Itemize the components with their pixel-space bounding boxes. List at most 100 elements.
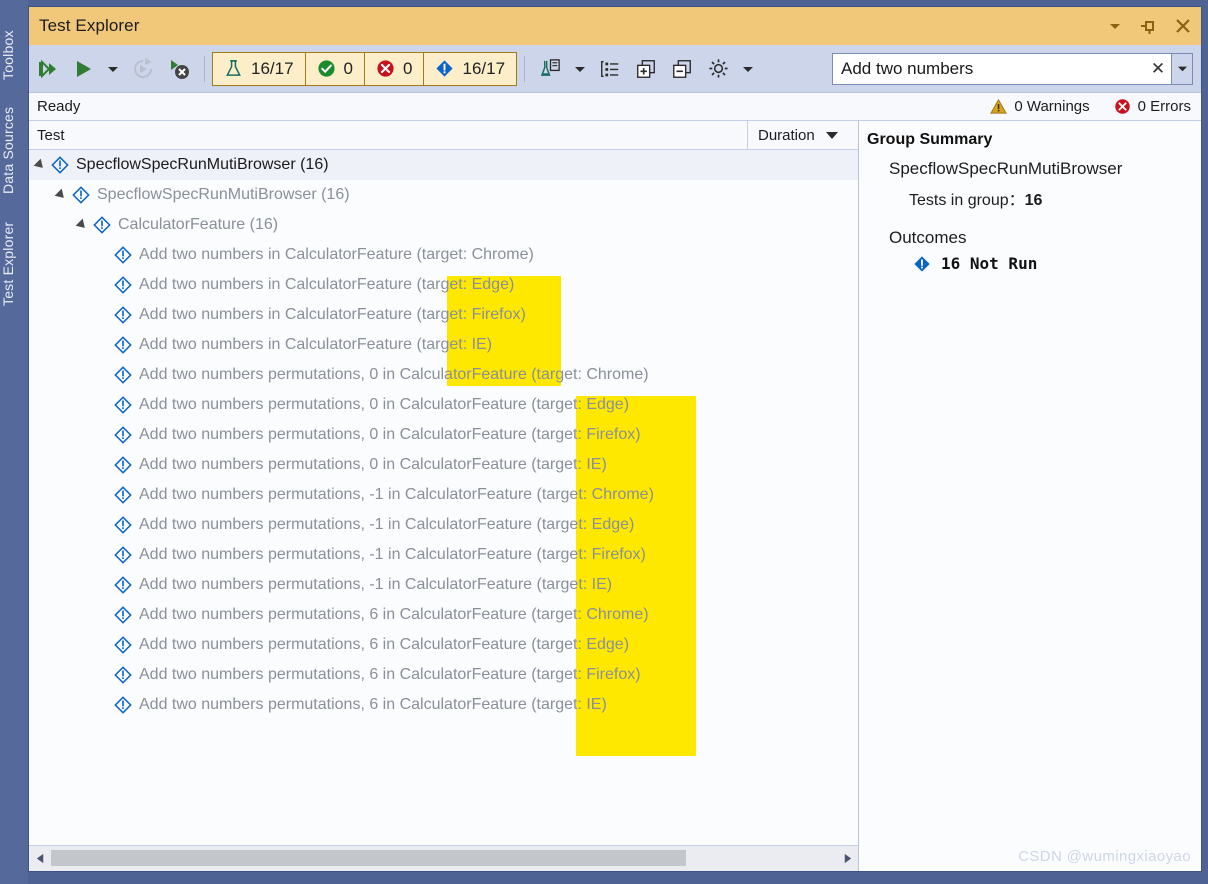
test-tree-row-label: Add two numbers permutations, 6 in Calcu…	[139, 606, 649, 623]
test-tree-group-row[interactable]: SpecflowSpecRunMutiBrowser (16)	[29, 180, 858, 210]
errors-text: 0 Errors	[1137, 98, 1191, 115]
run-button[interactable]	[68, 54, 98, 84]
count-passed[interactable]: 0	[306, 52, 366, 85]
test-tree-group-row[interactable]: SpecflowSpecRunMutiBrowser (16)	[29, 150, 858, 180]
search-dropdown-button[interactable]	[1172, 52, 1193, 85]
not-run-icon	[114, 666, 132, 684]
test-tree-test-row[interactable]: Add two numbers permutations, 0 in Calcu…	[29, 390, 858, 420]
error-circle-icon	[377, 60, 394, 77]
test-count-group: 16/17 0 0 16/17	[212, 51, 518, 86]
search-clear-icon[interactable]: ✕	[1145, 54, 1171, 84]
search-box[interactable]: ✕	[832, 52, 1172, 85]
close-icon[interactable]	[1173, 16, 1193, 36]
test-tree-test-row[interactable]: Add two numbers permutations, -1 in Calc…	[29, 540, 858, 570]
test-tree-test-row[interactable]: Add two numbers permutations, -1 in Calc…	[29, 570, 858, 600]
not-run-icon	[114, 696, 132, 714]
test-tree-test-row[interactable]: Add two numbers permutations, 0 in Calcu…	[29, 360, 858, 390]
scroll-left-arrow-icon[interactable]	[29, 846, 51, 871]
expand-collapse-triangle-icon[interactable]	[56, 189, 68, 201]
toolbar: 16/17 0 0 16/17 Add two numbers ✕	[29, 45, 1201, 93]
repeat-last-run-button	[128, 54, 158, 84]
tests-in-group-value: 16	[1024, 192, 1043, 209]
count-total[interactable]: 16/17	[213, 52, 306, 85]
dock-tab-data-sources[interactable]: Data Sources	[0, 84, 28, 194]
not-run-icon	[114, 396, 132, 414]
test-tree-test-row[interactable]: Add two numbers in CalculatorFeature (ta…	[29, 330, 858, 360]
settings-dropdown-button[interactable]	[739, 54, 757, 84]
not-run-icon	[114, 486, 132, 504]
test-tree-row-label: Add two numbers permutations, -1 in Calc…	[139, 486, 654, 503]
column-header-duration-label: Duration	[758, 126, 815, 144]
dock-tab-toolbox[interactable]: Toolbox	[0, 8, 28, 80]
not-run-icon	[93, 216, 111, 234]
not-run-icon	[114, 486, 132, 504]
test-tree-row-label: SpecflowSpecRunMutiBrowser (16)	[76, 156, 329, 173]
count-passed-value: 0	[343, 58, 354, 78]
not-run-icon	[72, 186, 90, 204]
test-tree-row-label: Add two numbers permutations, 6 in Calcu…	[139, 696, 607, 713]
group-by-dropdown-button[interactable]	[571, 54, 589, 84]
count-not-run[interactable]: 16/17	[424, 53, 516, 85]
count-failed[interactable]: 0	[365, 52, 425, 85]
test-tree-test-row[interactable]: Add two numbers permutations, 6 in Calcu…	[29, 690, 858, 720]
test-tree-test-row[interactable]: Add two numbers permutations, 6 in Calcu…	[29, 630, 858, 660]
toolbar-separator-2	[524, 55, 526, 82]
column-header-duration[interactable]: Duration	[748, 121, 858, 149]
left-dock-strip: Toolbox Data Sources Test Explorer	[0, 0, 28, 884]
not-run-icon	[114, 696, 132, 714]
test-tree-row-label: Add two numbers in CalculatorFeature (ta…	[139, 336, 493, 353]
not-run-icon	[114, 516, 132, 534]
warnings-indicator[interactable]: 0 Warnings	[990, 98, 1090, 115]
run-all-tests-button[interactable]	[32, 54, 62, 84]
test-tree-test-row[interactable]: Add two numbers in CalculatorFeature (ta…	[29, 270, 858, 300]
chevron-down-icon[interactable]	[1105, 16, 1125, 36]
not-run-icon	[114, 456, 132, 474]
test-tree-test-row[interactable]: Add two numbers permutations, 6 in Calcu…	[29, 600, 858, 630]
scrollbar-thumb[interactable]	[51, 850, 686, 866]
collapse-all-button[interactable]	[667, 54, 697, 84]
test-tree-row-label: Add two numbers in CalculatorFeature (ta…	[139, 306, 526, 323]
errors-indicator[interactable]: 0 Errors	[1114, 98, 1191, 115]
test-tree-test-row[interactable]: Add two numbers in CalculatorFeature (ta…	[29, 240, 858, 270]
main-content: Test Duration SpecflowSpecRunMutiBrowser…	[29, 121, 1201, 871]
check-circle-icon	[317, 60, 335, 77]
column-headers: Test Duration	[29, 121, 858, 150]
not-run-icon	[114, 336, 132, 354]
show-test-detail-button[interactable]	[595, 54, 625, 84]
search-input[interactable]	[833, 58, 1145, 79]
not-run-icon	[72, 186, 90, 204]
window-controls	[1105, 16, 1193, 36]
expand-collapse-triangle-icon[interactable]	[77, 219, 89, 231]
settings-button[interactable]	[703, 54, 733, 84]
not-run-icon	[51, 156, 69, 174]
not-run-icon	[114, 576, 132, 594]
scroll-right-arrow-icon[interactable]	[836, 846, 858, 871]
test-tree-group-row[interactable]: CalculatorFeature (16)	[29, 210, 858, 240]
count-not-run-value: 16/17	[462, 58, 506, 78]
test-tree-row-label: Add two numbers permutations, -1 in Calc…	[139, 546, 646, 563]
group-by-button[interactable]	[535, 54, 565, 84]
dock-tab-test-explorer[interactable]: Test Explorer	[0, 196, 28, 306]
test-tree-row-label: CalculatorFeature (16)	[118, 216, 279, 233]
expand-collapse-triangle-icon[interactable]	[35, 159, 47, 171]
test-tree-row-label: Add two numbers permutations, 0 in Calcu…	[139, 456, 607, 473]
test-tree-test-row[interactable]: Add two numbers permutations, 6 in Calcu…	[29, 660, 858, 690]
not-run-icon	[114, 246, 132, 264]
test-tree-test-row[interactable]: Add two numbers permutations, 0 in Calcu…	[29, 450, 858, 480]
column-header-test[interactable]: Test	[29, 121, 748, 149]
not-run-icon	[114, 666, 132, 684]
not-run-icon	[436, 60, 454, 77]
test-tree-test-row[interactable]: Add two numbers permutations, -1 in Calc…	[29, 480, 858, 510]
test-tree-test-row[interactable]: Add two numbers permutations, 0 in Calcu…	[29, 420, 858, 450]
scrollbar-track[interactable]	[51, 846, 836, 871]
test-tree-test-row[interactable]: Add two numbers permutations, -1 in Calc…	[29, 510, 858, 540]
stop-button[interactable]	[164, 54, 194, 84]
not-run-icon	[51, 156, 69, 174]
test-tree-row-label: Add two numbers permutations, -1 in Calc…	[139, 516, 635, 533]
run-dropdown-button[interactable]	[104, 54, 122, 84]
pin-icon[interactable]	[1139, 16, 1159, 36]
horizontal-scrollbar[interactable]	[29, 845, 858, 871]
expand-all-button[interactable]	[631, 54, 661, 84]
test-tree-test-row[interactable]: Add two numbers in CalculatorFeature (ta…	[29, 300, 858, 330]
test-tree[interactable]: SpecflowSpecRunMutiBrowser (16) SpecflowS…	[29, 150, 858, 845]
